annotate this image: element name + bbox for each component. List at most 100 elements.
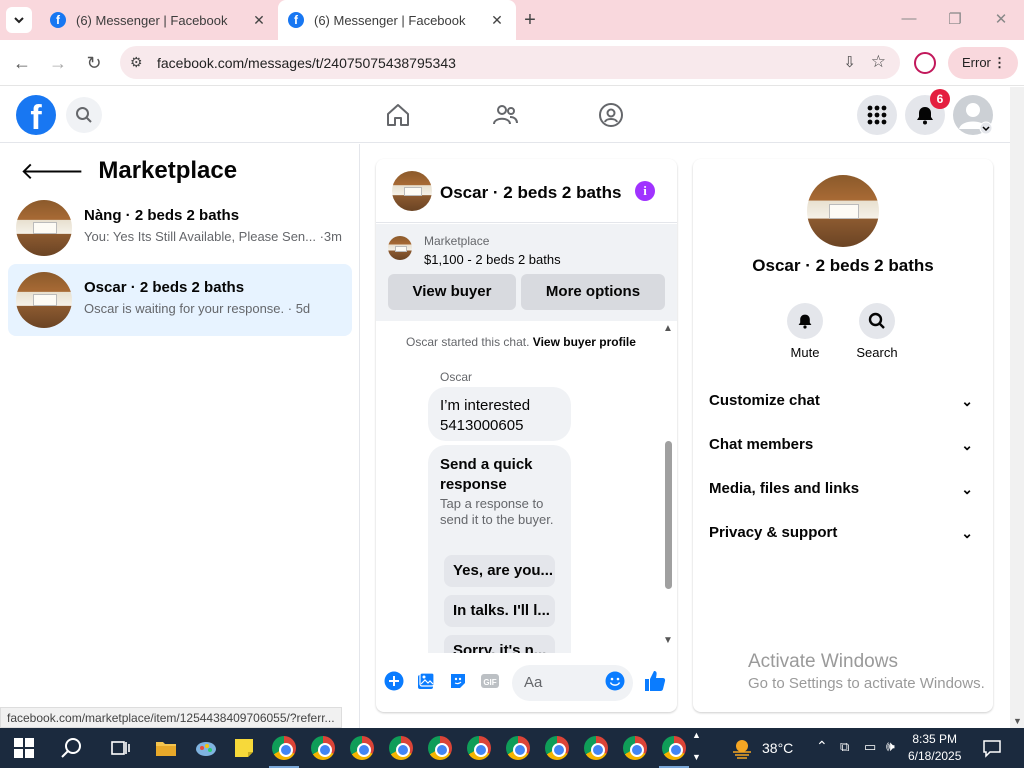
home-icon[interactable]	[384, 101, 412, 129]
chrome-icon[interactable]	[545, 736, 569, 760]
friends-icon[interactable]	[491, 101, 519, 129]
bookmark-star-icon[interactable]: ☆	[871, 52, 886, 72]
chrome-icon[interactable]	[389, 736, 413, 760]
close-window-icon[interactable]: ✕	[986, 10, 1016, 28]
tab-close-icon[interactable]: ✕	[250, 12, 268, 29]
tab-search-button[interactable]	[6, 7, 32, 33]
thumbs-up-icon[interactable]	[643, 669, 667, 693]
tab-close-icon[interactable]: ✕	[488, 12, 506, 29]
device-icon[interactable]: ⧉	[840, 739, 849, 755]
browser-tab-2[interactable]: f (6) Messenger | Facebook ✕	[278, 0, 516, 40]
scroll-up-icon[interactable]: ▲	[663, 323, 673, 334]
chrome-icon[interactable]	[350, 736, 374, 760]
back-arrow-icon[interactable]: ←	[10, 52, 34, 74]
quick-reply-button[interactable]: Sorry, it's n...	[444, 635, 555, 653]
emoji-icon[interactable]	[605, 671, 625, 691]
temperature[interactable]: 38°C	[762, 740, 793, 756]
restore-icon[interactable]: ❐	[940, 10, 970, 28]
scroll-down-icon[interactable]: ▼	[663, 635, 673, 646]
listing-thumbnail	[16, 200, 72, 256]
conversation-item[interactable]: Nàng · 2 beds 2 baths You: Yes Its Still…	[8, 192, 352, 264]
scroll-down-icon[interactable]: ▼	[1013, 716, 1022, 726]
message-scrollbar[interactable]: ▲ ▼	[663, 323, 673, 653]
sticker-icon[interactable]	[448, 671, 468, 691]
install-app-icon[interactable]: ⇩	[843, 53, 856, 71]
taskbar-scroll-down-icon[interactable]: ▼	[692, 752, 701, 762]
gif-icon[interactable]: GIF	[480, 671, 500, 691]
scrollbar-thumb[interactable]	[665, 441, 672, 589]
error-button[interactable]: Error ⋮	[948, 47, 1018, 79]
chrome-icon[interactable]	[428, 736, 452, 760]
activate-windows-watermark: Activate Windows Go to Settings to activ…	[748, 651, 985, 692]
back-arrow-icon[interactable]: 🡐	[20, 156, 84, 186]
chevron-down-icon: ⌄	[961, 393, 973, 409]
page-scrollbar[interactable]: ▼	[1010, 87, 1024, 728]
conversation-preview: You: Yes Its Still Available, Please Sen…	[84, 229, 342, 244]
search-icon[interactable]	[60, 736, 84, 760]
chat-members-section[interactable]: Chat members ⌄	[709, 423, 977, 467]
facebook-logo[interactable]: f	[16, 95, 56, 135]
volume-icon[interactable]: 🕪	[886, 738, 895, 755]
search-in-chat-button[interactable]: Search	[847, 303, 907, 360]
system-clock[interactable]: 8:35 PM 6/18/2025	[908, 731, 961, 765]
listing-avatar[interactable]	[807, 175, 879, 247]
notification-center-icon[interactable]	[982, 738, 1002, 758]
started-text: Oscar started this chat.	[406, 335, 530, 349]
chrome-icon[interactable]	[623, 736, 647, 760]
listing-price[interactable]: $1,100 - 2 beds 2 baths	[424, 252, 561, 267]
privacy-support-section[interactable]: Privacy & support ⌄	[709, 511, 977, 555]
site-info-icon[interactable]: ⚙	[130, 54, 143, 71]
chrome-icon[interactable]	[272, 736, 296, 760]
taskbar-scroll-up-icon[interactable]: ▲	[692, 730, 701, 740]
conversation-item-selected[interactable]: Oscar · 2 beds 2 baths Oscar is waiting …	[8, 264, 352, 336]
section-label: Chat members	[709, 436, 814, 453]
chevron-down-icon: ⌄	[961, 525, 973, 541]
view-buyer-button[interactable]: View buyer	[388, 274, 516, 310]
svg-text:GIF: GIF	[483, 678, 496, 687]
forward-arrow-icon[interactable]: →	[46, 52, 70, 74]
chat-start-notice: Oscar started this chat. View buyer prof…	[376, 335, 666, 349]
facebook-search-button[interactable]	[66, 97, 102, 133]
info-icon[interactable]: i	[635, 181, 655, 201]
browser-tab-1[interactable]: f (6) Messenger | Facebook ✕	[40, 0, 278, 40]
menu-button[interactable]	[857, 95, 897, 135]
task-view-icon[interactable]	[108, 736, 132, 760]
account-button[interactable]	[953, 95, 993, 135]
plus-circle-icon[interactable]	[384, 671, 404, 691]
chrome-icon[interactable]	[467, 736, 491, 760]
mute-button[interactable]: Mute	[775, 303, 835, 360]
chevron-up-icon[interactable]: ⌃	[816, 738, 828, 755]
address-bar[interactable]: ⚙ facebook.com/messages/t/24075075438795…	[120, 46, 900, 79]
network-icon[interactable]: ▭	[864, 739, 876, 755]
chat-title[interactable]: Oscar · 2 beds 2 baths	[440, 183, 621, 203]
groups-icon[interactable]	[597, 101, 625, 129]
file-explorer-icon[interactable]	[154, 736, 178, 760]
url-text: facebook.com/messages/t/2407507543879534…	[157, 55, 456, 71]
chat-thumbnail[interactable]	[392, 171, 432, 211]
reload-icon[interactable]: ↻	[82, 52, 106, 74]
profile-icon[interactable]	[914, 52, 936, 74]
customize-chat-section[interactable]: Customize chat ⌄	[709, 379, 977, 423]
new-tab-button[interactable]: +	[518, 10, 542, 30]
marketplace-sidebar: 🡐 Marketplace Nàng · 2 beds 2 baths You:…	[0, 144, 360, 728]
view-buyer-profile-link[interactable]: View buyer profile	[533, 335, 636, 349]
minimize-icon[interactable]: —	[894, 10, 924, 27]
windows-start-icon[interactable]	[14, 738, 34, 758]
chrome-icon[interactable]	[662, 736, 686, 760]
chrome-icon[interactable]	[311, 736, 335, 760]
kebab-menu-icon: ⋮	[993, 55, 1006, 70]
watermark-line-2: Go to Settings to activate Windows.	[748, 675, 985, 692]
chrome-icon[interactable]	[584, 736, 608, 760]
chrome-icon[interactable]	[506, 736, 530, 760]
quick-reply-button[interactable]: Yes, are you...	[444, 555, 555, 587]
photo-icon[interactable]	[416, 671, 436, 691]
paint-app-icon[interactable]	[194, 736, 218, 760]
media-files-links-section[interactable]: Media, files and links ⌄	[709, 467, 977, 511]
weather-icon[interactable]	[730, 736, 754, 760]
marketplace-listing-card: Marketplace $1,100 - 2 beds 2 baths View…	[376, 224, 677, 321]
sticky-notes-icon[interactable]	[232, 736, 256, 760]
section-label: Privacy & support	[709, 524, 838, 541]
quick-reply-button[interactable]: In talks. I'll l...	[444, 595, 555, 627]
notification-badge: 6	[930, 89, 950, 109]
more-options-button[interactable]: More options	[521, 274, 665, 310]
